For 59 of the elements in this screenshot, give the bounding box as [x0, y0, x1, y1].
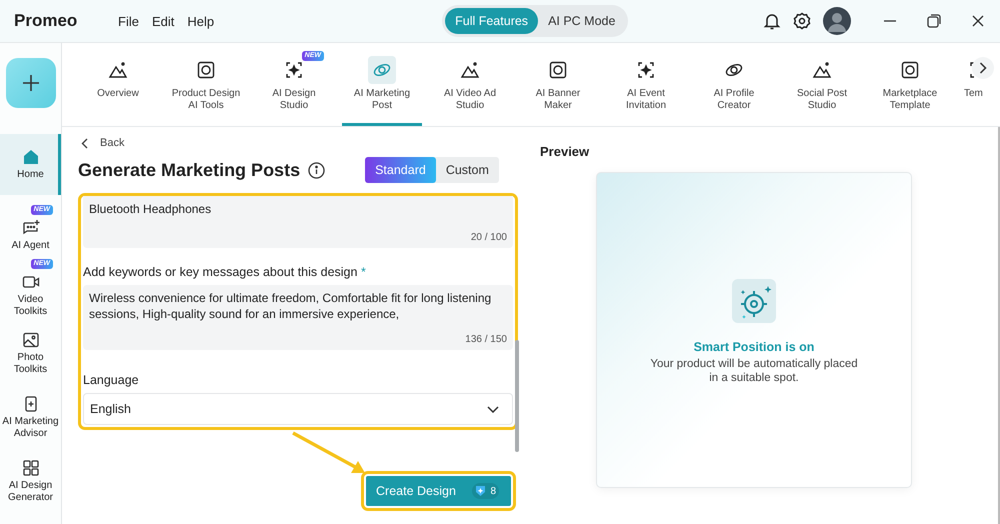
keywords-field[interactable]: Wireless convenience for ultimate freedom, Comfortable fit for long listening sessions, High-quality sound for an immersive experience, 136 / 150	[83, 285, 513, 350]
tool-tab[interactable]: Marketplace Template	[870, 43, 950, 126]
sidebar-item[interactable]: Home	[0, 134, 61, 194]
menu-item[interactable]: Edit	[152, 14, 174, 28]
credit-count: 8	[472, 483, 499, 499]
tool-tab[interactable]: AI Video Ad Studio	[430, 43, 510, 126]
create-design-button[interactable]: Create Design 8	[366, 476, 511, 506]
tool-icon	[636, 60, 656, 80]
restore-icon[interactable]	[927, 14, 941, 28]
tool-tab[interactable]: Product Design AI Tools	[166, 43, 246, 126]
mode-tab[interactable]: AI PC Mode	[538, 8, 626, 34]
chevron-down-icon	[487, 406, 499, 412]
back-link[interactable]: Back	[78, 137, 124, 149]
menu-item[interactable]: File	[118, 14, 139, 28]
close-icon[interactable]	[971, 14, 985, 28]
tool-tab[interactable]: Social Post Studio	[782, 43, 862, 126]
tool-tab[interactable]: AI Profile Creator	[694, 43, 774, 126]
tool-icon	[108, 60, 128, 80]
keywords-label: Add keywords or key messages about this design *	[83, 265, 367, 279]
preview-heading: Preview	[540, 144, 590, 159]
language-select[interactable]: English	[83, 393, 513, 425]
menu-item[interactable]: Help	[187, 14, 214, 28]
home-icon	[22, 148, 40, 166]
product-field[interactable]: Bluetooth Headphones 20 / 100	[83, 196, 513, 248]
add-button[interactable]	[6, 58, 56, 108]
tool-icon	[548, 60, 568, 80]
tool-tab[interactable]: Overview	[78, 43, 158, 126]
page-title: Generate Marketing Posts	[78, 160, 300, 180]
bell-icon[interactable]	[763, 12, 781, 30]
app-title: Promeo	[14, 11, 78, 31]
tool-icon	[812, 60, 832, 80]
sidebar-item[interactable]: Photo Toolkits	[0, 325, 61, 381]
scrollbar[interactable]	[515, 340, 519, 452]
avatar[interactable]	[823, 7, 851, 35]
next-button[interactable]	[972, 57, 994, 79]
smart-position-title: Smart Position is on	[694, 340, 814, 354]
tool-icon	[284, 60, 304, 80]
tool-tab[interactable]: AI Banner Maker	[518, 43, 598, 126]
tool-icon	[196, 60, 216, 80]
plus-icon	[20, 73, 40, 93]
sidebar-item[interactable]: AI Marketing Advisor	[0, 389, 61, 445]
sidebar-item[interactable]: AI Design Generator	[0, 453, 61, 509]
grid-icon	[22, 459, 40, 477]
target-icon	[732, 279, 776, 323]
chevron-left-icon	[81, 138, 88, 148]
image-icon	[22, 331, 40, 349]
info-icon[interactable]	[308, 162, 326, 178]
style-tab[interactable]: Custom	[436, 157, 499, 183]
settings-icon[interactable]	[793, 12, 811, 30]
tool-icon	[460, 60, 480, 80]
tool-tab[interactable]: AI Event Invitation	[606, 43, 686, 126]
gem-icon	[475, 485, 486, 497]
chat-icon	[22, 218, 40, 236]
tool-icon	[900, 60, 920, 80]
style-tab[interactable]: Standard	[365, 157, 436, 183]
smart-position-text: Your product will be automatically placed in a suitable spot.	[649, 357, 859, 386]
chevron-right-icon	[979, 62, 987, 74]
language-label: Language	[83, 373, 140, 387]
tool-tab[interactable]: AI Marketing Post	[342, 43, 422, 126]
